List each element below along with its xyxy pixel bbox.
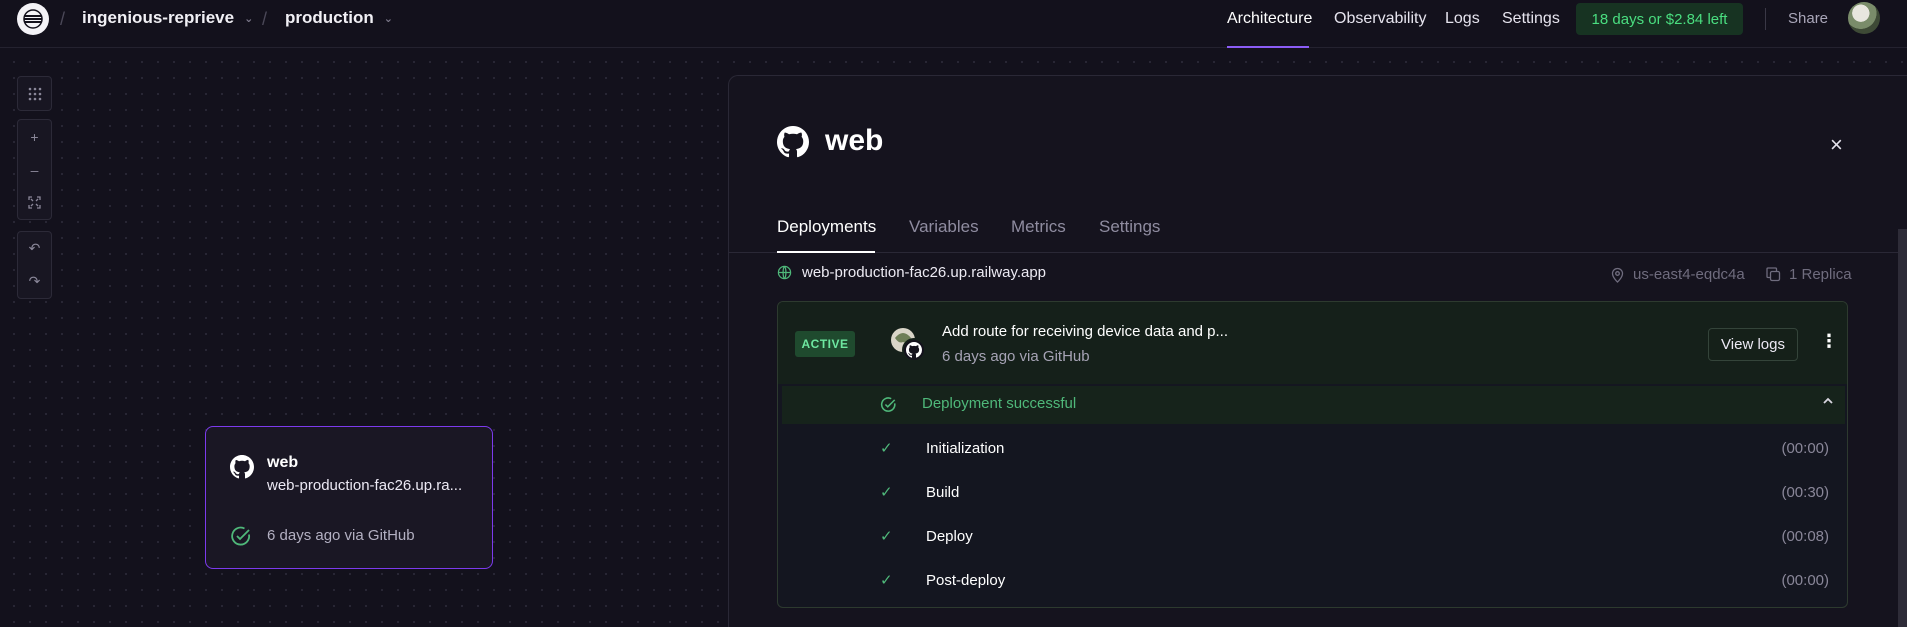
replica-label: 1 Replica (1789, 266, 1852, 283)
status-badge: ACTIVE (795, 331, 855, 357)
tab-deployments[interactable]: Deployments (777, 217, 876, 237)
user-avatar[interactable] (1848, 2, 1880, 34)
commit-meta: 6 days ago via GitHub (942, 348, 1090, 365)
environment-selector[interactable]: production ⌄ (285, 8, 393, 28)
fit-view-icon[interactable] (18, 186, 51, 219)
tab-variables[interactable]: Variables (909, 217, 979, 237)
region-info: us-east4-eqdc4a (1610, 266, 1745, 283)
step-name: Build (926, 484, 960, 501)
deployment-status-text: Deployment successful (922, 395, 1077, 412)
deployment-card: ACTIVE Add route for receiving device da… (777, 301, 1848, 608)
check-icon: ✓ (880, 572, 893, 589)
grid-icon[interactable] (18, 77, 51, 110)
location-pin-icon (1611, 267, 1624, 283)
step-name: Deploy (926, 528, 973, 545)
service-url: web-production-fac26.up.ra... (267, 477, 463, 494)
environment-name: production (285, 8, 374, 27)
canvas-toolbar-zoom: + – (17, 119, 52, 220)
divider (1765, 8, 1766, 30)
deploy-step-row: ✓ Deploy (00:08) (778, 515, 1847, 559)
step-duration: (00:30) (1781, 484, 1829, 501)
nav-observability[interactable]: Observability (1334, 10, 1426, 28)
zoom-in-icon[interactable]: + (18, 120, 51, 153)
service-status: 6 days ago via GitHub (267, 527, 415, 544)
globe-icon (777, 265, 792, 280)
redo-icon[interactable]: ↷ (18, 265, 51, 298)
chevron-up-icon[interactable] (1822, 394, 1834, 410)
github-icon (230, 455, 254, 484)
service-name: web (267, 454, 299, 471)
service-domain-link[interactable]: web-production-fac26.up.railway.app (777, 264, 1046, 281)
check-circle-icon (230, 525, 252, 552)
deployment-status-row[interactable]: Deployment successful (782, 386, 1845, 424)
service-panel: web × Deployments Variables Metrics Sett… (728, 75, 1907, 627)
step-name: Post-deploy (926, 572, 1006, 589)
tab-metrics[interactable]: Metrics (1011, 217, 1066, 237)
share-button[interactable]: Share (1788, 10, 1828, 27)
project-selector[interactable]: ingenious-reprieve ⌄ (82, 8, 253, 28)
trial-badge[interactable]: 18 days or $2.84 left (1576, 3, 1743, 35)
commit-message: Add route for receiving device data and … (942, 323, 1229, 340)
deployment-header[interactable]: ACTIVE Add route for receiving device da… (778, 302, 1847, 384)
project-name: ingenious-reprieve (82, 8, 235, 27)
nav-settings[interactable]: Settings (1502, 10, 1560, 28)
undo-icon[interactable]: ↶ (18, 232, 51, 265)
view-logs-button[interactable]: View logs (1708, 328, 1798, 361)
check-icon: ✓ (880, 484, 893, 501)
check-icon: ✓ (880, 528, 893, 545)
step-duration: (00:00) (1781, 572, 1829, 589)
check-icon: ✓ (880, 440, 893, 457)
chevron-down-icon: ⌄ (383, 12, 393, 25)
top-bar: / ingenious-reprieve ⌄ / production ⌄ Ar… (0, 0, 1907, 48)
panel-title: web (825, 124, 884, 157)
check-circle-icon (880, 396, 897, 418)
tab-settings[interactable]: Settings (1099, 217, 1160, 237)
canvas-toolbar-grid (17, 76, 52, 111)
breadcrumb-separator: / (60, 9, 66, 29)
region-label: us-east4-eqdc4a (1633, 266, 1745, 283)
deploy-step-row: ✓ Initialization (00:00) (778, 427, 1847, 471)
canvas-toolbar-history: ↶ ↷ (17, 231, 52, 299)
railway-logo-icon[interactable] (17, 3, 49, 35)
nav-logs[interactable]: Logs (1445, 10, 1480, 28)
nav-architecture[interactable]: Architecture (1227, 10, 1312, 28)
service-card-web[interactable]: web web-production-fac26.up.ra... 6 days… (205, 426, 493, 569)
more-options-icon[interactable]: ⋮ (1820, 331, 1838, 352)
step-duration: (00:00) (1781, 440, 1829, 457)
github-icon (777, 126, 809, 163)
chevron-down-icon: ⌄ (244, 12, 254, 25)
breadcrumb-separator: / (262, 9, 268, 29)
active-tab-indicator (777, 251, 875, 253)
copy-icon (1766, 267, 1781, 282)
replica-info: 1 Replica (1766, 266, 1852, 283)
deploy-step-row: ✓ Build (00:30) (778, 471, 1847, 515)
step-duration: (00:08) (1781, 528, 1829, 545)
step-name: Initialization (926, 440, 1005, 457)
close-icon[interactable]: × (1830, 132, 1843, 158)
panel-scrollbar[interactable] (1898, 229, 1907, 627)
service-domain: web-production-fac26.up.railway.app (802, 264, 1047, 281)
deploy-step-row: ✓ Post-deploy (00:00) (778, 559, 1847, 603)
active-nav-indicator (1227, 46, 1309, 48)
zoom-out-icon[interactable]: – (18, 153, 51, 186)
commit-author-avatar (889, 326, 929, 364)
panel-tabs: Deployments Variables Metrics Settings (729, 196, 1907, 253)
